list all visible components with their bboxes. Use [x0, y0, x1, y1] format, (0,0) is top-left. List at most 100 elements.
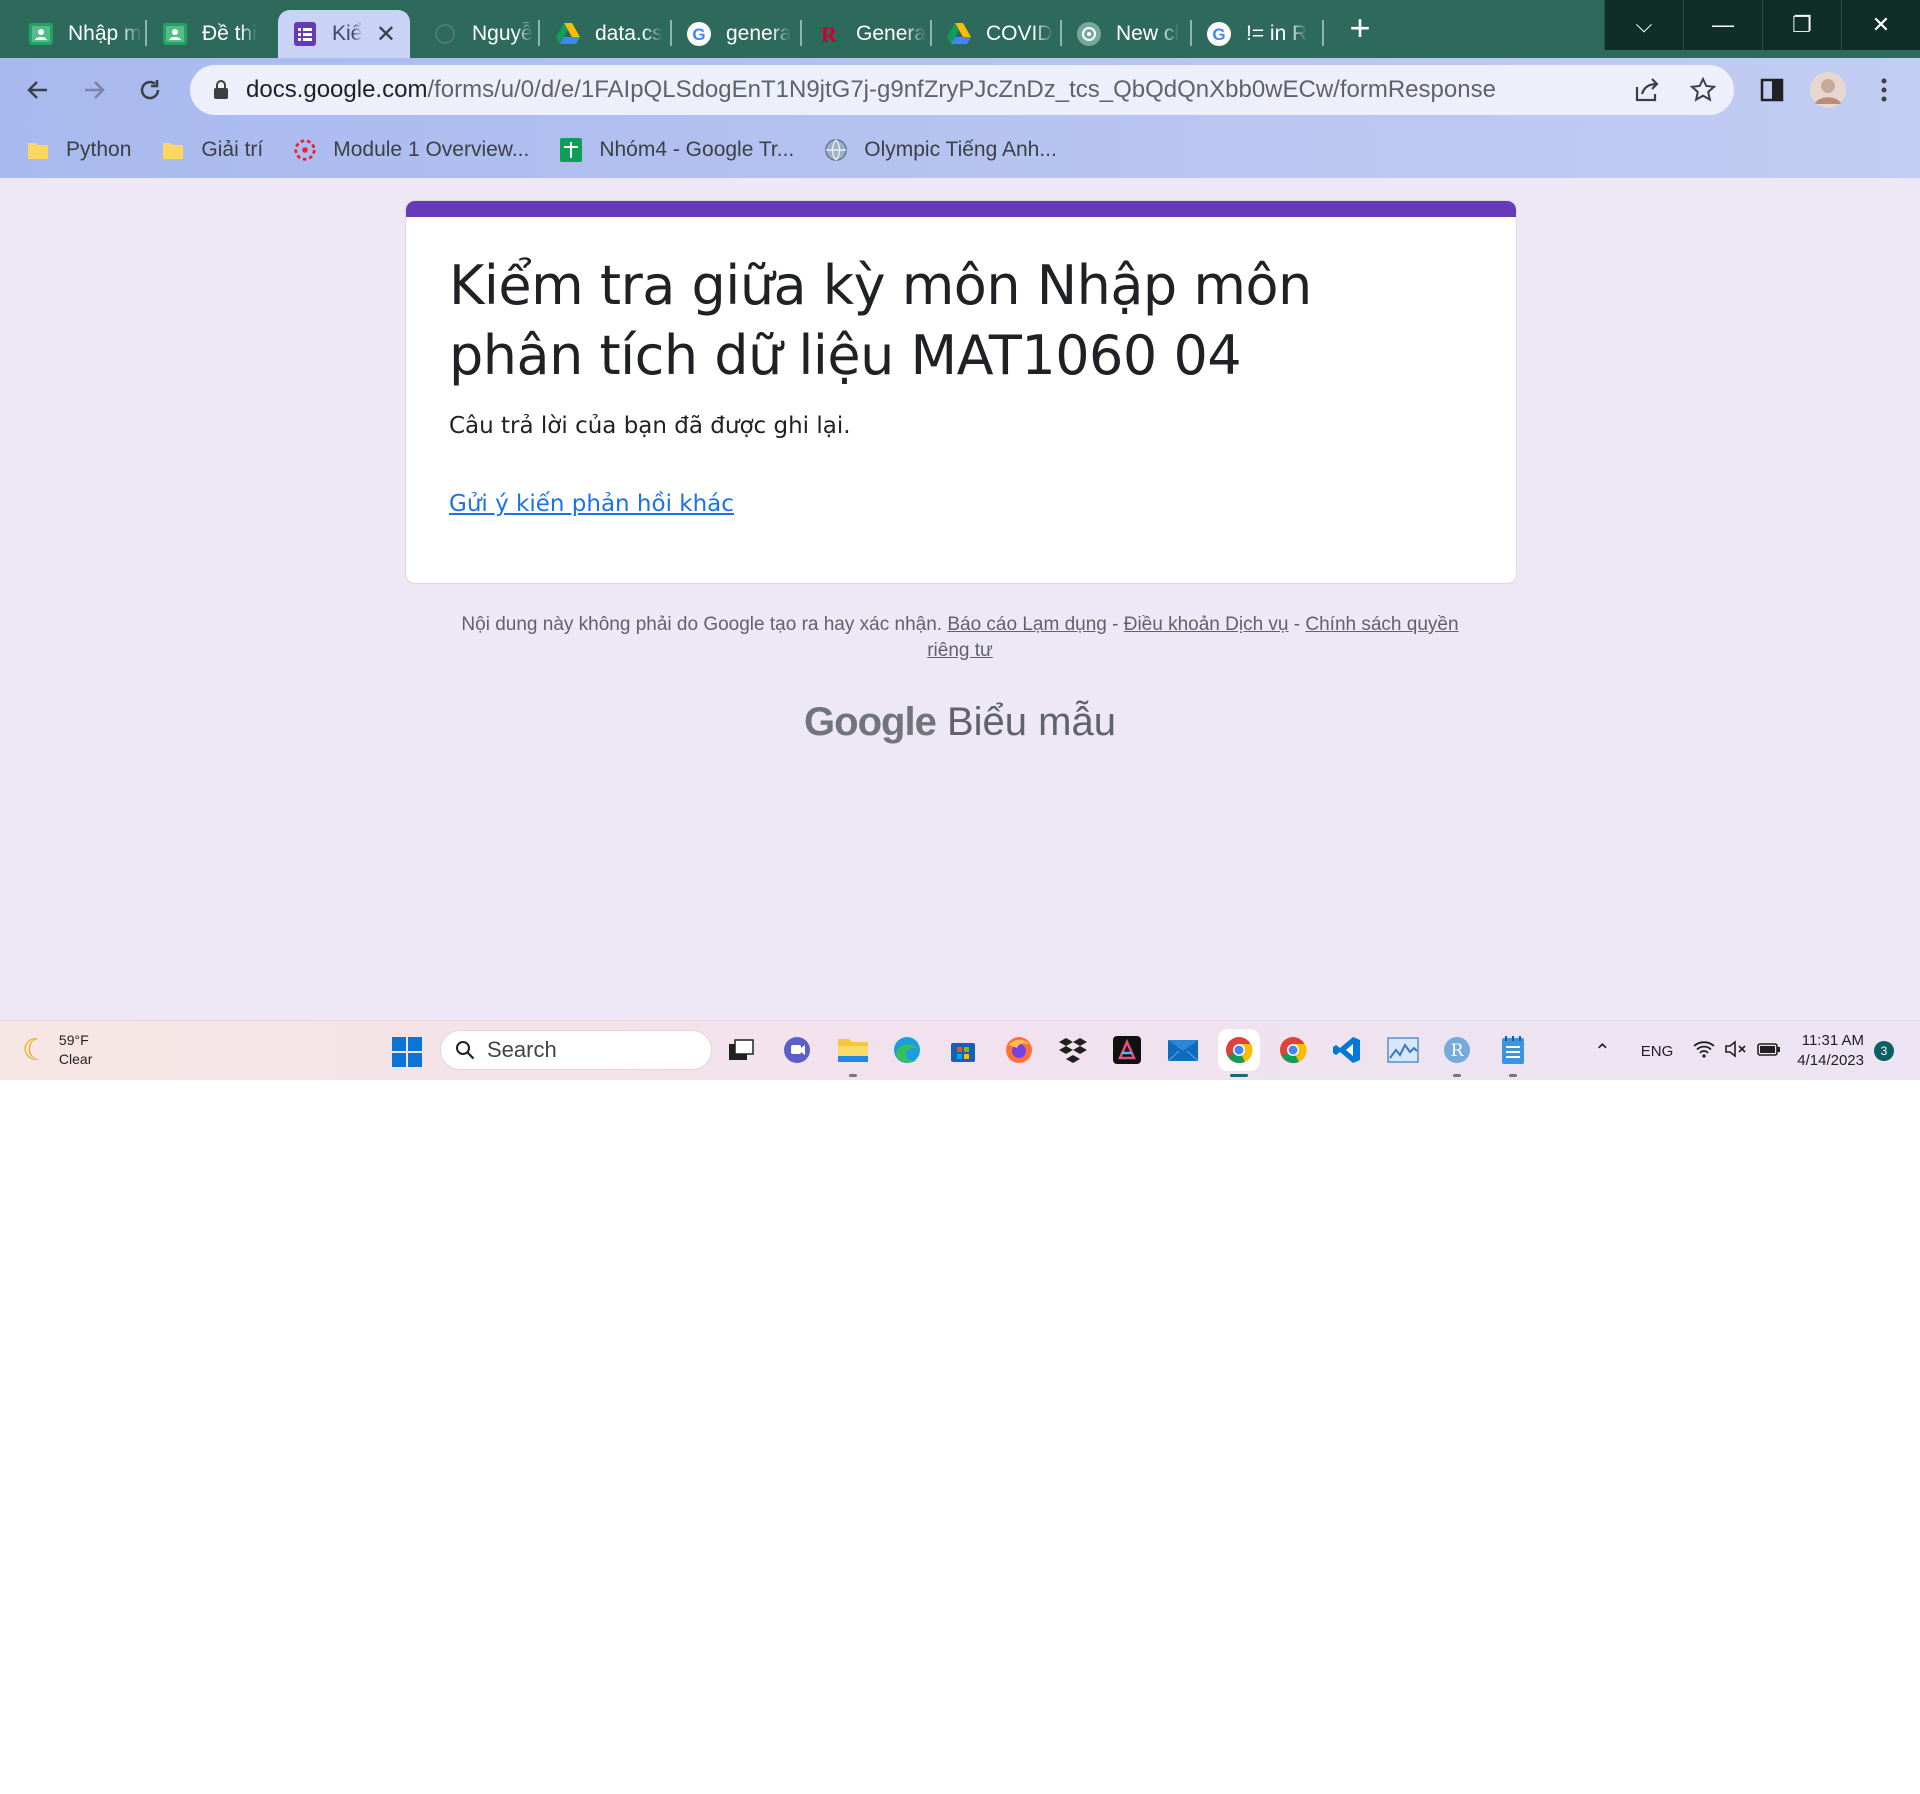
chevron-up-icon[interactable]: ⌃ — [1594, 1039, 1611, 1064]
weather-condition: Clear — [58, 1051, 93, 1067]
perfmon-icon[interactable] — [1386, 1033, 1420, 1067]
footer-separator: - — [1106, 614, 1124, 635]
sheets-icon — [559, 138, 583, 162]
back-button[interactable] — [18, 70, 58, 110]
google-forms-logo[interactable]: Google Biểu mẫu — [0, 700, 1920, 745]
store-icon[interactable] — [946, 1033, 980, 1067]
tab-search-chevron-icon[interactable]: ⌵ — [1604, 0, 1683, 50]
kebab-menu-icon — [1881, 78, 1887, 102]
bookmark-giai-tri[interactable]: Giải trí — [161, 138, 263, 162]
volume-muted-icon[interactable] — [1725, 1040, 1747, 1062]
chrome-icon[interactable] — [1222, 1033, 1256, 1067]
folder-icon — [161, 138, 185, 162]
start-button[interactable] — [392, 1037, 422, 1067]
tab-title: Nguyễ — [472, 22, 533, 45]
form-title: Kiểm tra giữa kỳ môn Nhập môn phân tích … — [449, 254, 1312, 387]
active-indicator — [1230, 1074, 1248, 1077]
windows-logo-tile — [392, 1037, 406, 1051]
tab-forms-active[interactable]: Kiể ✕ — [278, 10, 410, 58]
new-tab-button[interactable]: + — [1340, 10, 1380, 50]
svg-text:G: G — [1212, 25, 1225, 44]
notification-badge[interactable]: 3 — [1874, 1041, 1894, 1061]
tab-page[interactable]: Nguyễ — [418, 10, 536, 58]
forward-button[interactable] — [74, 70, 114, 110]
tab-classroom-1[interactable]: Nhập m — [14, 10, 144, 58]
footer-disclaimer: Nội dung này không phải do Google tạo ra… — [440, 612, 1480, 664]
drive-icon — [946, 21, 972, 47]
screen: Nhập m Đề thi Kiể ✕ Nguyễ data.cs G gene… — [0, 0, 1920, 1080]
file-explorer-icon[interactable] — [836, 1033, 870, 1067]
submit-another-response-link[interactable]: Gửi ý kiến phản hồi khác — [449, 491, 734, 517]
clock-date: 4/14/2023 — [1797, 1052, 1864, 1069]
weather-widget[interactable]: ☾ 59°F Clear — [22, 1031, 92, 1069]
firefox-icon[interactable] — [1002, 1033, 1036, 1067]
window-controls: ⌵ — ❐ ✕ — [1604, 0, 1920, 50]
card-accent-bar — [406, 201, 1516, 217]
bookmark-nhom4[interactable]: Nhóm4 - Google Tr... — [559, 138, 794, 162]
windows-logo-tile — [392, 1053, 406, 1067]
wifi-icon[interactable] — [1693, 1040, 1715, 1062]
affinity-icon[interactable] — [1110, 1033, 1144, 1067]
bookmark-star-icon[interactable] — [1688, 75, 1718, 105]
minimize-button[interactable]: — — [1683, 0, 1762, 50]
rutgers-icon: R — [816, 21, 842, 47]
lock-icon[interactable] — [206, 75, 236, 105]
bookmark-module-overview[interactable]: Module 1 Overview... — [293, 138, 529, 162]
battery-charging-icon[interactable] — [1757, 1040, 1781, 1062]
drive-icon — [555, 21, 581, 47]
system-tray: ⌃ ENG — [1594, 1021, 1781, 1080]
bookmark-python[interactable]: Python — [26, 138, 131, 162]
notepad-icon[interactable] — [1496, 1033, 1530, 1067]
classroom-icon — [162, 21, 188, 47]
tab-chatgpt[interactable]: New cl — [1062, 10, 1190, 58]
bookmark-olympic[interactable]: Olympic Tiếng Anh... — [824, 138, 1057, 162]
r-icon[interactable]: R — [1440, 1033, 1474, 1067]
share-icon[interactable] — [1632, 75, 1662, 105]
terms-of-service-link[interactable]: Điều khoản Dịch vụ — [1124, 614, 1289, 635]
edge-icon[interactable] — [890, 1033, 924, 1067]
close-window-button[interactable]: ✕ — [1841, 0, 1920, 50]
tab-title: Nhập m — [68, 22, 142, 45]
windows-logo-tile — [408, 1053, 422, 1067]
google-icon: G — [1206, 21, 1232, 47]
dropbox-icon[interactable] — [1056, 1033, 1090, 1067]
taskbar-search[interactable]: Search — [440, 1030, 712, 1070]
bookmark-label: Module 1 Overview... — [333, 138, 530, 161]
forms-product-name: Biểu mẫu — [946, 700, 1116, 744]
menu-button[interactable] — [1864, 70, 1904, 110]
address-bar[interactable]: docs.google.com/forms/u/0/d/e/1FAIpQLSdo… — [190, 65, 1734, 115]
back-arrow-icon — [27, 81, 47, 99]
windows-logo-tile — [408, 1037, 422, 1051]
mail-icon[interactable] — [1166, 1033, 1200, 1067]
tab-title: Kiể — [332, 22, 363, 45]
report-abuse-link[interactable]: Báo cáo Lạm dụng — [947, 614, 1107, 635]
task-view-icon[interactable] — [724, 1033, 758, 1067]
system-clock[interactable]: 11:31 AM 4/14/2023 — [1786, 1031, 1864, 1071]
openai-icon — [1076, 21, 1102, 47]
profile-avatar[interactable] — [1808, 70, 1848, 110]
bookmark-label: Python — [66, 138, 132, 161]
tab-drive-covid[interactable]: COVID — [932, 10, 1060, 58]
tab-google-search-2[interactable]: G != in R — [1192, 10, 1320, 58]
vscode-icon[interactable] — [1330, 1033, 1364, 1067]
tab-google-search-1[interactable]: G genera — [672, 10, 800, 58]
close-tab-icon[interactable]: ✕ — [376, 20, 396, 49]
reload-icon — [140, 80, 160, 100]
browser-toolbar: docs.google.com/forms/u/0/d/e/1FAIpQLSdo… — [0, 58, 1920, 122]
tab-drive-data[interactable]: data.cs — [541, 10, 669, 58]
chat-icon[interactable] — [780, 1033, 814, 1067]
reload-button[interactable] — [130, 70, 170, 110]
tab-title: New cl — [1116, 22, 1180, 45]
chrome-alt-icon[interactable] — [1276, 1033, 1310, 1067]
language-indicator[interactable]: ENG — [1641, 1043, 1674, 1060]
tab-separator — [1322, 20, 1324, 46]
bookmark-label: Giải trí — [201, 138, 264, 161]
tab-classroom-2[interactable]: Đề thi — [148, 10, 276, 58]
restore-button[interactable]: ❐ — [1762, 0, 1841, 50]
tab-title: Đề thi — [202, 22, 257, 45]
tab-rutgers[interactable]: R Genera — [802, 10, 930, 58]
svg-text:R: R — [1451, 1041, 1465, 1061]
bookmark-label: Nhóm4 - Google Tr... — [599, 138, 795, 161]
side-panel-button[interactable] — [1752, 70, 1792, 110]
forward-arrow-icon — [85, 81, 105, 99]
